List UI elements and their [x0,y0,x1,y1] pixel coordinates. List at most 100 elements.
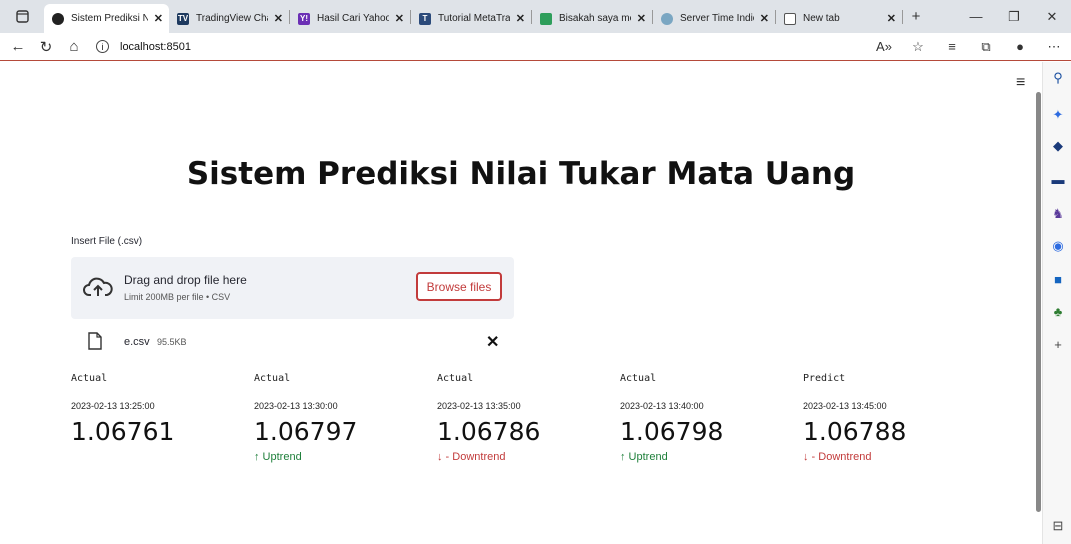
metric-label: Actual [254,373,291,384]
metric-value: 1.06786 [437,417,541,446]
tab-label: Hasil Cari Yahoo [317,13,389,24]
url-text: localhost:8501 [120,40,191,53]
cloud-upload-icon [83,277,113,296]
new-tab-plus-icon[interactable]: + [903,8,929,25]
address-bar: ← ↻ ⌂ i localhost:8501 A» ☆ ≡ ⧉ ● ⋯ [0,33,1071,61]
restore-icon[interactable]: ❐ [995,9,1033,25]
file-size: 95.5KB [157,337,187,347]
microsoft-365-icon[interactable]: ◉ [1050,238,1066,254]
tab-label: Tutorial MetaTrac [438,13,510,24]
close-tab-icon[interactable]: ✕ [887,12,896,25]
metric-3: Actual 2023-02-13 13:35:00 1.06786 ↓ - D… [437,373,607,463]
metric-time: 2023-02-13 13:40:00 [620,401,704,411]
metric-value: 1.06798 [620,417,724,446]
streamlit-app: ≡ Sistem Prediksi Nilai Tukar Mata Uang … [0,62,1042,544]
new-tab-favicon-icon [784,12,796,25]
tab-actions-button[interactable] [0,0,44,33]
metric-delta-uptrend: ↑ Uptrend [254,451,302,463]
metric-2: Actual 2023-02-13 13:30:00 1.06797 ↑ Upt… [254,373,424,463]
metric-label: Predict [803,373,846,384]
window-close-icon[interactable]: ✕ [1033,9,1071,25]
close-tab-icon[interactable]: ✕ [154,12,163,25]
hide-sidebar-icon[interactable]: ⊟ [1050,518,1066,534]
close-tab-icon[interactable]: ✕ [395,12,404,25]
metric-time: 2023-02-13 13:30:00 [254,401,338,411]
metric-delta-uptrend: ↑ Uptrend [620,451,668,463]
metric-label: Actual [620,373,657,384]
metric-value: 1.06797 [254,417,358,446]
favorite-star-icon[interactable]: ☆ [901,39,935,55]
tools-briefcase-icon[interactable]: ▬ [1050,172,1066,187]
metric-1: Actual 2023-02-13 13:25:00 1.06761 [71,373,241,446]
remove-file-icon[interactable]: ✕ [486,332,499,352]
tree-icon[interactable]: ♣ [1050,304,1066,319]
tab-actions-icon [15,10,29,23]
metric-value: 1.06788 [803,417,907,446]
collections-icon[interactable]: ⧉ [969,39,1003,55]
metric-delta-downtrend: ↓ - Downtrend [803,451,872,463]
file-dropzone[interactable]: Drag and drop file here Limit 200MB per … [71,257,514,319]
favorites-list-icon[interactable]: ≡ [935,39,969,54]
metric-time: 2023-02-13 13:35:00 [437,401,521,411]
window-controls: — ❐ ✕ [957,0,1071,33]
search-icon[interactable]: ⚲ [1050,70,1066,86]
close-tab-icon[interactable]: ✕ [274,12,283,25]
read-aloud-icon[interactable]: A» [867,39,901,54]
metrics-row: Actual 2023-02-13 13:25:00 1.06761 Actua… [71,373,991,483]
tab-label: Sistem Prediksi N [71,13,148,24]
close-tab-icon[interactable]: ✕ [637,12,646,25]
metric-5-predict: Predict 2023-02-13 13:45:00 1.06788 ↓ - … [803,373,973,463]
tab-tradingview[interactable]: TV TradingView Char ✕ [169,6,289,32]
back-arrow-icon[interactable]: ← [4,38,32,55]
metric-label: Actual [437,373,474,384]
metric-time: 2023-02-13 13:45:00 [803,401,887,411]
browse-files-button[interactable]: Browse files [416,272,502,301]
page-title: Sistem Prediksi Nilai Tukar Mata Uang [186,156,856,192]
yahoo-favicon-icon: Y! [298,12,310,25]
site-info-icon[interactable]: i [96,40,109,53]
streamlit-favicon-icon [52,12,64,25]
page-scrollbar[interactable] [1036,92,1041,512]
tab-bisakah[interactable]: Bisakah saya mer ✕ [532,6,652,32]
profile-avatar-icon[interactable]: ● [1003,39,1037,54]
tab-yahoo[interactable]: Y! Hasil Cari Yahoo ✕ [290,6,410,32]
tab-server-time[interactable]: Server Time Indic ✕ [653,6,775,32]
hamburger-menu-icon[interactable]: ≡ [1016,74,1025,92]
tradingview-favicon-icon: TV [177,12,189,25]
browser-tab-bar: Sistem Prediksi N ✕ TV TradingView Char … [0,0,1071,33]
file-name: e.csv [124,336,150,348]
close-tab-icon[interactable]: ✕ [516,12,525,25]
close-tab-icon[interactable]: ✕ [760,12,769,25]
browser-toolbar-right: A» ☆ ≡ ⧉ ● ⋯ [867,39,1071,55]
globe-favicon-icon [661,12,673,25]
file-icon [88,332,102,350]
tab-metatrader[interactable]: T Tutorial MetaTrac ✕ [411,6,531,32]
metric-label: Actual [71,373,108,384]
tab-new-tab[interactable]: New tab ✕ [776,6,902,32]
edge-sidebar: ⚲ ✦ ◆ ▬ ♞ ◉ ■ ♣ + ⊟ [1042,62,1071,544]
dropzone-title: Drag and drop file here [124,273,247,287]
metric-delta-downtrend: ↓ - Downtrend [437,451,506,463]
add-sidebar-app-icon[interactable]: + [1050,337,1066,352]
more-options-icon[interactable]: ⋯ [1037,39,1071,55]
dropzone-limit: Limit 200MB per file • CSV [124,292,231,302]
minimize-icon[interactable]: — [957,9,995,24]
metric-time: 2023-02-13 13:25:00 [71,401,155,411]
metric-4: Actual 2023-02-13 13:40:00 1.06798 ↑ Upt… [620,373,790,463]
refresh-icon[interactable]: ↻ [32,38,60,56]
metric-value: 1.06761 [71,417,175,446]
file-uploader-label: Insert File (.csv) [71,236,143,247]
home-icon[interactable]: ⌂ [60,38,88,55]
url-field[interactable]: i localhost:8501 [96,36,826,58]
copilot-sparkle-icon[interactable]: ✦ [1050,107,1066,123]
outlook-icon[interactable]: ■ [1050,272,1066,287]
tab-label: Server Time Indic [680,13,754,24]
games-icon[interactable]: ♞ [1050,206,1066,222]
tab-strip: Sistem Prediksi N ✕ TV TradingView Char … [44,0,929,33]
tab-label: New tab [803,13,840,24]
sheet-favicon-icon [540,12,552,25]
tab-sistem-prediksi[interactable]: Sistem Prediksi N ✕ [44,4,169,33]
uploaded-file-row: e.csv 95.5KB ✕ [88,332,500,352]
tab-label: TradingView Char [196,13,268,24]
shopping-tag-icon[interactable]: ◆ [1050,138,1066,154]
